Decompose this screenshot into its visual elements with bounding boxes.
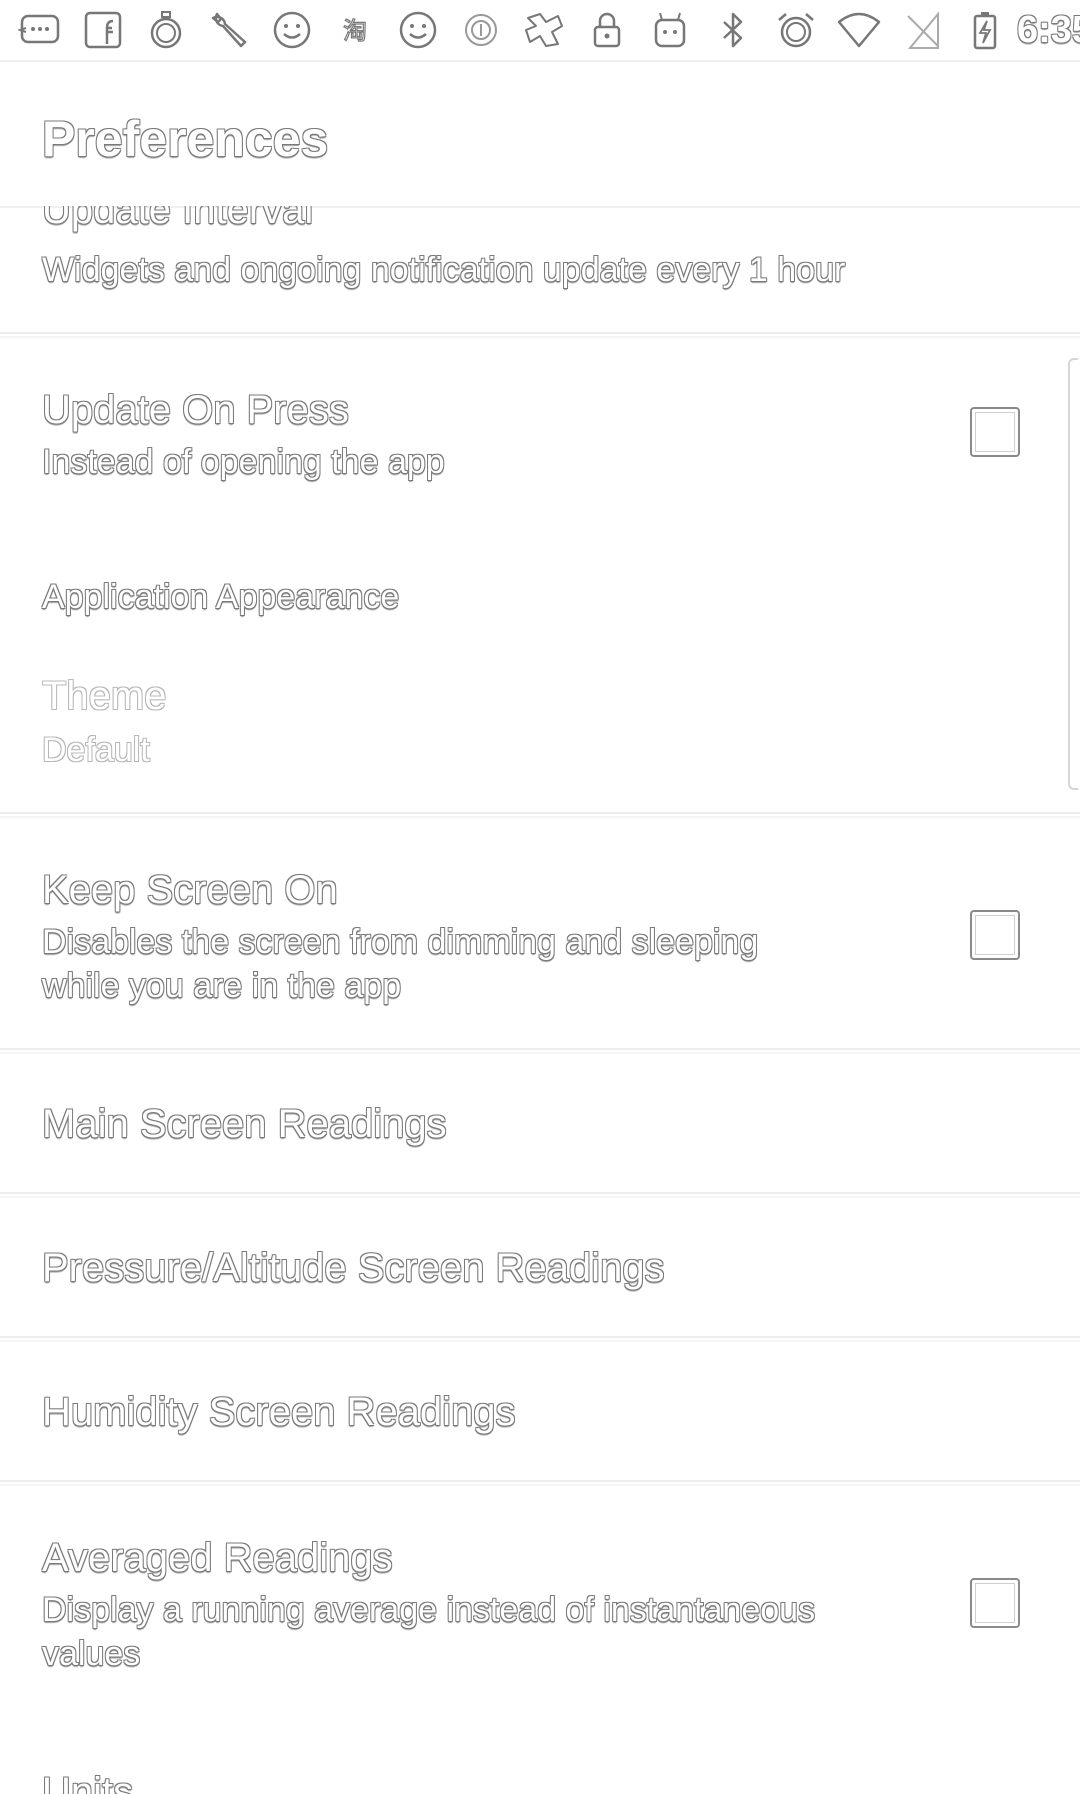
update-on-press-checkbox[interactable] — [970, 407, 1020, 457]
battery-charging-icon — [963, 8, 1007, 52]
svg-text:淘: 淘 — [343, 17, 367, 45]
pref-summary: Disables the screen from dimming and sle… — [42, 923, 759, 1005]
app-bar: Preferences — [0, 64, 1080, 208]
pref-title: Averaged Readings — [42, 1536, 393, 1580]
pref-summary: Default — [42, 731, 150, 769]
pref-update-interval[interactable]: Update Interval Widgets and ongoing noti… — [0, 206, 1080, 332]
game-icon — [522, 8, 566, 52]
stopwatch-icon — [144, 8, 188, 52]
no-sim-icon — [900, 8, 944, 52]
wifi-icon — [837, 8, 881, 52]
pref-title: Keep Screen On — [42, 868, 338, 912]
category-application-appearance: Application Appearance — [42, 578, 400, 616]
pref-theme[interactable]: Theme Default — [0, 660, 1080, 810]
pref-summary: Display a running average instead of ins… — [42, 1591, 816, 1673]
status-time: 6:35 — [1017, 8, 1080, 51]
smiley-icon — [396, 8, 440, 52]
lock-icon — [585, 8, 629, 52]
pref-title: Pressure/Altitude Screen Readings — [42, 1246, 665, 1290]
facebook-icon — [81, 8, 125, 52]
status-bar: 淘 6:35 — [0, 0, 1080, 62]
chat-bubble-icon — [18, 8, 62, 52]
pref-units[interactable]: Units — [0, 1750, 1080, 1794]
bluetooth-icon — [711, 8, 755, 52]
pref-title: Update Interval — [42, 206, 314, 232]
scrollbar-thumb[interactable] — [1068, 358, 1078, 790]
divider — [0, 1192, 1080, 1198]
pref-summary: Widgets and ongoing notification update … — [42, 251, 846, 289]
divider — [0, 812, 1080, 818]
pref-summary: Instead of opening the app — [42, 443, 445, 481]
pref-main-screen-readings[interactable]: Main Screen Readings — [0, 1056, 1080, 1192]
wrench-icon — [207, 8, 251, 52]
averaged-readings-checkbox[interactable] — [970, 1578, 1020, 1628]
alarm-icon — [774, 8, 818, 52]
pref-keep-screen-on[interactable]: Keep Screen On Disables the screen from … — [0, 820, 1080, 1046]
divider — [0, 1048, 1080, 1054]
pref-title: Humidity Screen Readings — [42, 1390, 516, 1434]
divider — [0, 1336, 1080, 1342]
divider — [0, 332, 1080, 338]
taobao-icon: 淘 — [333, 8, 377, 52]
smiley-icon — [270, 8, 314, 52]
page-title: Preferences — [42, 111, 329, 167]
keep-screen-on-checkbox[interactable] — [970, 910, 1020, 960]
divider — [0, 1480, 1080, 1486]
pref-title: Units — [42, 1770, 134, 1794]
circle-i-icon — [459, 8, 503, 52]
pref-title: Main Screen Readings — [42, 1102, 447, 1146]
pref-averaged-readings[interactable]: Averaged Readings Display a running aver… — [0, 1488, 1080, 1714]
android-icon — [648, 8, 692, 52]
pref-title: Update On Press — [42, 388, 349, 432]
pref-pressure-altitude-readings[interactable]: Pressure/Altitude Screen Readings — [0, 1200, 1080, 1336]
pref-humidity-readings[interactable]: Humidity Screen Readings — [0, 1344, 1080, 1480]
pref-update-on-press[interactable]: Update On Press Instead of opening the a… — [0, 340, 1080, 520]
pref-title: Theme — [42, 674, 167, 718]
